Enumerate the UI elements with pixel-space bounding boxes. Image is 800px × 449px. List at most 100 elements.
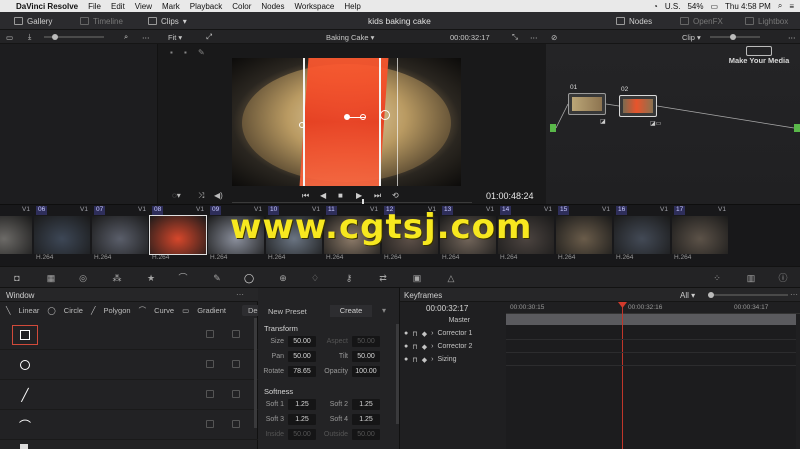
gradient-label[interactable]: Gradient xyxy=(197,306,226,315)
soft2-value[interactable]: 1.25 xyxy=(352,399,380,410)
keyframe-zoom-slider[interactable] xyxy=(708,292,788,298)
create-button[interactable]: Create xyxy=(330,305,372,317)
gallery-button[interactable]: Gallery xyxy=(14,15,52,27)
locale-flag[interactable]: U.S. xyxy=(665,2,681,11)
window-mask-toggle[interactable] xyxy=(232,360,240,368)
keyframes-icon[interactable]: ⁘ xyxy=(712,273,722,283)
wipe-icon[interactable]: ⤢ xyxy=(206,32,212,42)
window-invert-toggle[interactable] xyxy=(206,330,214,338)
window-row-polygon[interactable]: ╱ xyxy=(0,380,258,410)
master-track-bar[interactable] xyxy=(506,314,796,325)
node-zoom-knob[interactable] xyxy=(730,34,736,40)
menu-view[interactable]: View xyxy=(135,2,152,11)
pan-field[interactable]: Pan 50.00 xyxy=(258,351,316,362)
soft1-field[interactable]: Soft 1 1.25 xyxy=(258,399,316,410)
more-options-icon[interactable]: ⋯ xyxy=(236,290,244,299)
chevron-down-icon[interactable]: ▾ xyxy=(382,306,386,315)
outside-value[interactable]: 50.00 xyxy=(352,429,380,440)
nodes-button[interactable]: Nodes xyxy=(616,15,652,27)
menu-nodes[interactable]: Nodes xyxy=(261,2,284,11)
circle-window-button[interactable] xyxy=(12,355,38,375)
audio-icon[interactable]: ◀) xyxy=(214,191,223,200)
clip-name-dropdown[interactable]: Baking Cake ▾ xyxy=(326,32,374,42)
polygon-icon[interactable]: ╱ xyxy=(91,306,96,315)
scope-panel-icon[interactable]: ▥ xyxy=(746,273,756,283)
motion-effects-icon[interactable]: ★ xyxy=(146,273,156,283)
opacity-field[interactable]: Opacity 100.00 xyxy=(322,366,380,377)
window-mask-toggle[interactable] xyxy=(232,420,240,428)
qualifier-icon[interactable]: ✎ xyxy=(212,273,222,283)
window-row-gradient[interactable] xyxy=(0,440,258,449)
play-reverse-button[interactable]: ◀ xyxy=(320,191,326,200)
keyframe-ruler[interactable]: 00:00:30:15 00:00:32:16 00:00:34:17 xyxy=(506,302,800,314)
clock[interactable]: Thu 4:58 PM xyxy=(725,2,771,11)
scrub-bar[interactable] xyxy=(232,199,472,205)
pan-value[interactable]: 50.00 xyxy=(288,351,316,362)
window-mask-toggle[interactable] xyxy=(232,330,240,338)
menu-help[interactable]: Help xyxy=(344,2,360,11)
timeline-clip[interactable]: 06 V1 H.264 xyxy=(34,206,90,266)
circle-label[interactable]: Circle xyxy=(64,306,83,315)
jump-start-button[interactable]: ⏮ xyxy=(302,191,309,201)
jump-end-button[interactable]: ⏭ xyxy=(374,191,381,201)
timeline-clip[interactable]: 16 V1 H.264 xyxy=(614,206,670,266)
keyframe-filter-dropdown[interactable]: All ▾ xyxy=(680,291,695,300)
aspect-value[interactable]: 50.00 xyxy=(352,336,380,347)
highlight-icon[interactable]: ▪ xyxy=(184,48,187,57)
soft3-value[interactable]: 1.25 xyxy=(288,414,316,425)
node-zoom-slider[interactable] xyxy=(710,34,760,40)
import-icon[interactable]: ⤓ xyxy=(28,32,31,42)
corrector1-track[interactable]: ● ⊓ ◆ › Corrector 1 xyxy=(400,327,506,340)
scrollbar[interactable] xyxy=(254,318,257,428)
timeline-clip[interactable]: 17 V1 H.264 xyxy=(672,206,728,266)
color-wheels-icon[interactable]: ◎ xyxy=(78,273,88,283)
tracker-icon[interactable]: ⊕ xyxy=(278,273,288,283)
expand-icon[interactable]: ⤡ xyxy=(512,32,518,42)
corrector2-track[interactable]: ● ⊓ ◆ › Corrector 2 xyxy=(400,340,506,353)
rotate-field[interactable]: Rotate 78.65 xyxy=(258,366,316,377)
size-field[interactable]: Size 50.00 xyxy=(258,336,316,347)
more-options-icon[interactable]: ⋯ xyxy=(142,32,150,42)
fit-dropdown[interactable]: Fit ▾ xyxy=(168,32,182,42)
curves-icon[interactable]: ⌒ xyxy=(178,273,188,283)
viewer-mode-icon[interactable]: ▪ xyxy=(170,48,173,57)
timeline-clip[interactable]: 08 V1 H.264 xyxy=(149,206,207,266)
app-menu[interactable]: DaVinci Resolve xyxy=(16,2,78,11)
keyframe-diamond-icon[interactable]: ◆ xyxy=(422,330,427,338)
more-options-icon[interactable]: ⋯ xyxy=(530,32,538,42)
menu-playback[interactable]: Playback xyxy=(190,2,222,11)
keyframe-diamond-icon[interactable]: ◆ xyxy=(422,356,427,364)
keyframe-playhead[interactable] xyxy=(622,302,623,449)
layout-icon[interactable]: ▭ xyxy=(6,32,13,42)
key-icon[interactable]: ⚷ xyxy=(344,273,354,283)
scopes-icon[interactable]: △ xyxy=(446,273,456,283)
search-icon[interactable]: ⌕ xyxy=(778,1,782,11)
more-options-icon[interactable]: ⋯ xyxy=(790,290,798,299)
sizing-track[interactable]: ● ⊓ ◆ › Sizing xyxy=(400,353,506,366)
circle-icon[interactable]: ◯ xyxy=(47,306,55,315)
window-edge-right[interactable] xyxy=(379,58,381,186)
new-preset-label[interactable]: New Preset xyxy=(268,307,307,316)
clips-button[interactable]: Clips ▾ xyxy=(148,15,187,27)
soft4-value[interactable]: 1.25 xyxy=(352,414,380,425)
aspect-field[interactable]: Aspect 50.00 xyxy=(322,336,380,347)
scrubber-knob[interactable] xyxy=(52,34,58,40)
soft2-field[interactable]: Soft 2 1.25 xyxy=(322,399,380,410)
color-match-icon[interactable]: ▦ xyxy=(46,273,56,283)
keyframe-diamond-icon[interactable]: ◆ xyxy=(422,343,427,351)
lock-icon[interactable]: ⊓ xyxy=(412,356,417,364)
curve-window-button[interactable]: ⌒ xyxy=(12,415,38,435)
soft3-field[interactable]: Soft 3 1.25 xyxy=(258,414,316,425)
scrubber-track[interactable] xyxy=(44,34,104,40)
video-frame[interactable] xyxy=(232,58,461,186)
soft4-field[interactable]: Soft 4 1.25 xyxy=(322,414,380,425)
chevron-right-icon[interactable]: › xyxy=(431,343,433,350)
search-icon[interactable]: ⌕ xyxy=(124,32,128,42)
menu-workspace[interactable]: Workspace xyxy=(295,2,335,11)
linear-window-button[interactable] xyxy=(12,325,38,345)
opacity-value[interactable]: 100.00 xyxy=(352,366,380,377)
rgb-mixer-icon[interactable]: ⁂ xyxy=(112,273,122,283)
blur-icon[interactable]: ♢ xyxy=(310,273,320,283)
timeline-clip[interactable]: 15 V1 H.264 xyxy=(556,206,612,266)
curve-label[interactable]: Curve xyxy=(154,306,174,315)
